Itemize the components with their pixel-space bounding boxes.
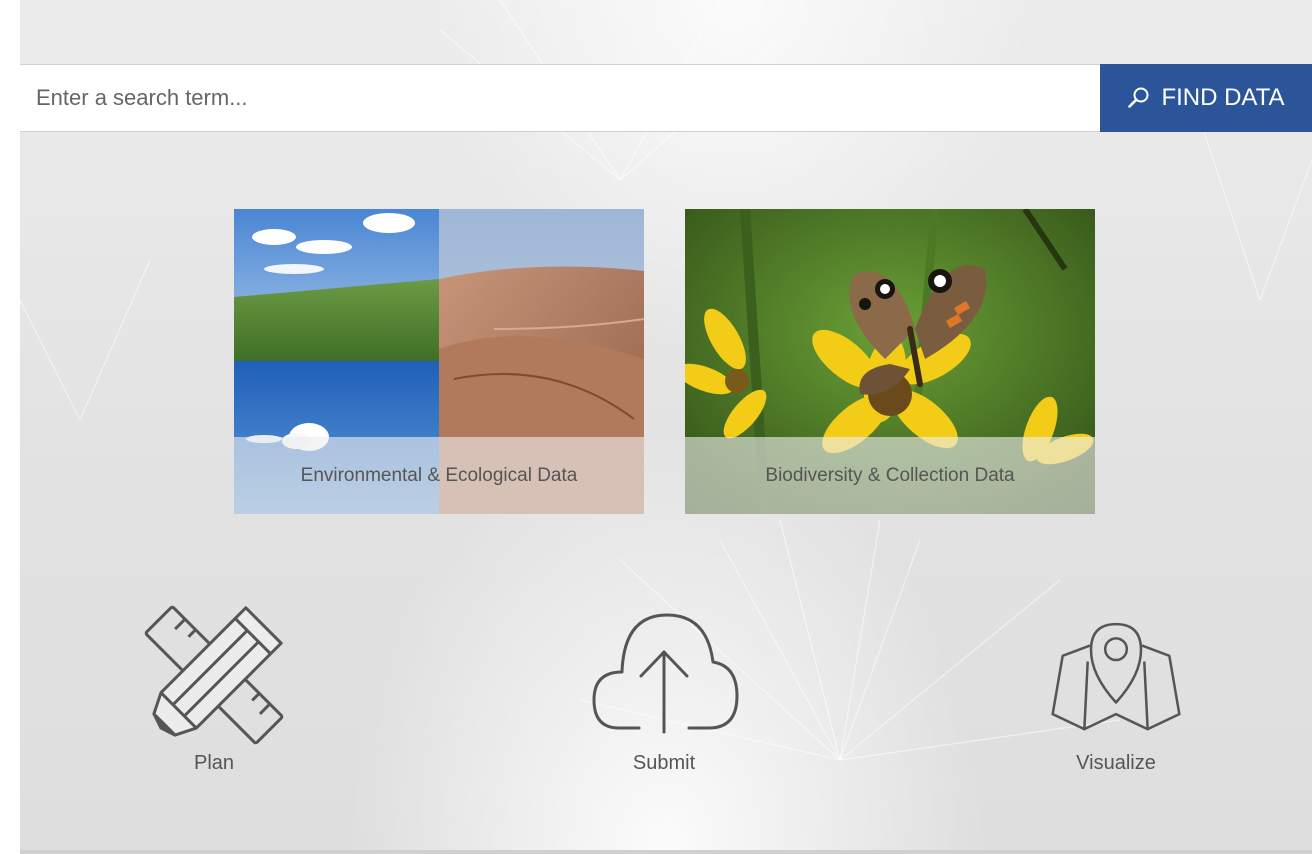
search-bar: FIND DATA xyxy=(20,64,1312,132)
plan-link[interactable]: Plan xyxy=(114,600,314,780)
find-data-label: FIND DATA xyxy=(1161,84,1285,111)
environmental-ecological-data-card[interactable]: Environmental & Ecological Data xyxy=(234,209,644,514)
find-data-button[interactable]: FIND DATA xyxy=(1100,64,1312,132)
card-label: Environmental & Ecological Data xyxy=(234,437,644,514)
pencil-ruler-icon xyxy=(144,605,284,745)
bottom-divider xyxy=(20,850,1312,854)
submit-label: Submit xyxy=(632,752,696,774)
hero-background: FIND DATA xyxy=(20,0,1312,850)
biodiversity-collection-data-card[interactable]: Biodiversity & Collection Data xyxy=(685,209,1095,514)
card-label: Biodiversity & Collection Data xyxy=(685,437,1095,514)
cloud-upload-icon xyxy=(592,613,739,734)
visualize-label: Visualize xyxy=(1076,752,1156,774)
plan-label: Plan xyxy=(193,752,235,774)
search-icon xyxy=(1128,87,1149,108)
map-pin-icon xyxy=(1051,622,1181,731)
submit-link[interactable]: Submit xyxy=(564,600,764,780)
visualize-link[interactable]: Visualize xyxy=(1016,600,1216,780)
search-input[interactable] xyxy=(20,65,1100,131)
